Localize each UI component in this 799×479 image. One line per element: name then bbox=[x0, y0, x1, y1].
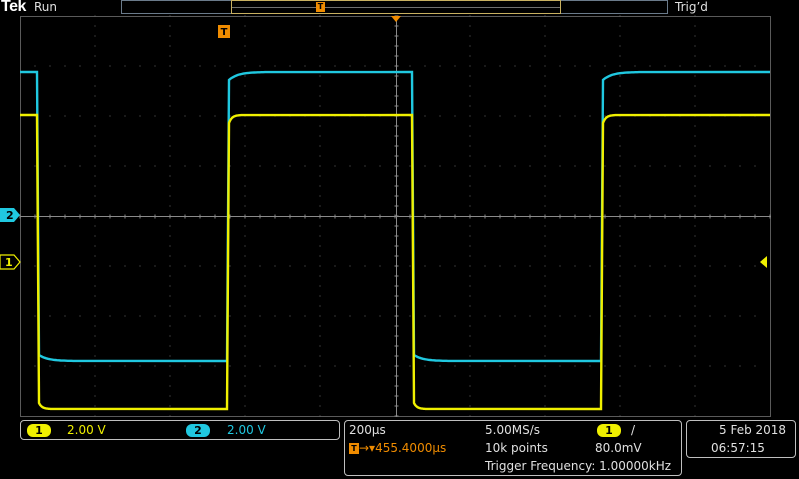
trigger-time-arrow bbox=[391, 16, 401, 22]
trigger-frequency: Trigger Frequency: 1.00000kHz bbox=[485, 459, 672, 473]
trigger-level-marker bbox=[760, 256, 767, 268]
channel-status-bar[interactable]: 1 2.00 V 2 2.00 V bbox=[20, 420, 340, 440]
trigger-delay: 455.4000µs bbox=[375, 441, 447, 455]
ch1-badge[interactable]: 1 bbox=[27, 424, 51, 437]
waveform-display[interactable]: T 2 1 bbox=[0, 0, 799, 479]
record-length: 10k points bbox=[485, 441, 548, 455]
trigger-source-badge: 1 bbox=[597, 424, 621, 437]
ch2-ground-marker-label: 2 bbox=[6, 209, 14, 222]
ch2-badge[interactable]: 2 bbox=[186, 424, 210, 437]
trigger-slope-icon: / bbox=[631, 423, 636, 437]
delay-arrow-icon: →▾ bbox=[359, 441, 376, 455]
ch1-scale: 2.00 V bbox=[67, 423, 106, 437]
sample-rate: 5.00MS/s bbox=[485, 423, 540, 437]
ch1-waveform bbox=[20, 113, 771, 411]
ch2-scale: 2.00 V bbox=[227, 423, 266, 437]
trigger-delay-readout: T →▾455.4000µs bbox=[349, 441, 446, 455]
time-per-division: 200µs bbox=[349, 423, 386, 437]
time: 06:57:15 bbox=[711, 441, 765, 455]
trigger-delay-icon: T bbox=[349, 443, 359, 454]
horizontal-trigger-readout[interactable]: 200µs 5.00MS/s 1 / T →▾455.4000µs 10k poi… bbox=[344, 420, 682, 476]
trigger-level: 80.0mV bbox=[595, 441, 642, 455]
ch1-ground-marker-label: 1 bbox=[5, 256, 13, 269]
trigger-point-marker-label: T bbox=[221, 27, 228, 38]
date: 5 Feb 2018 bbox=[719, 423, 787, 437]
date-time-box: 5 Feb 2018 06:57:15 bbox=[686, 420, 796, 458]
